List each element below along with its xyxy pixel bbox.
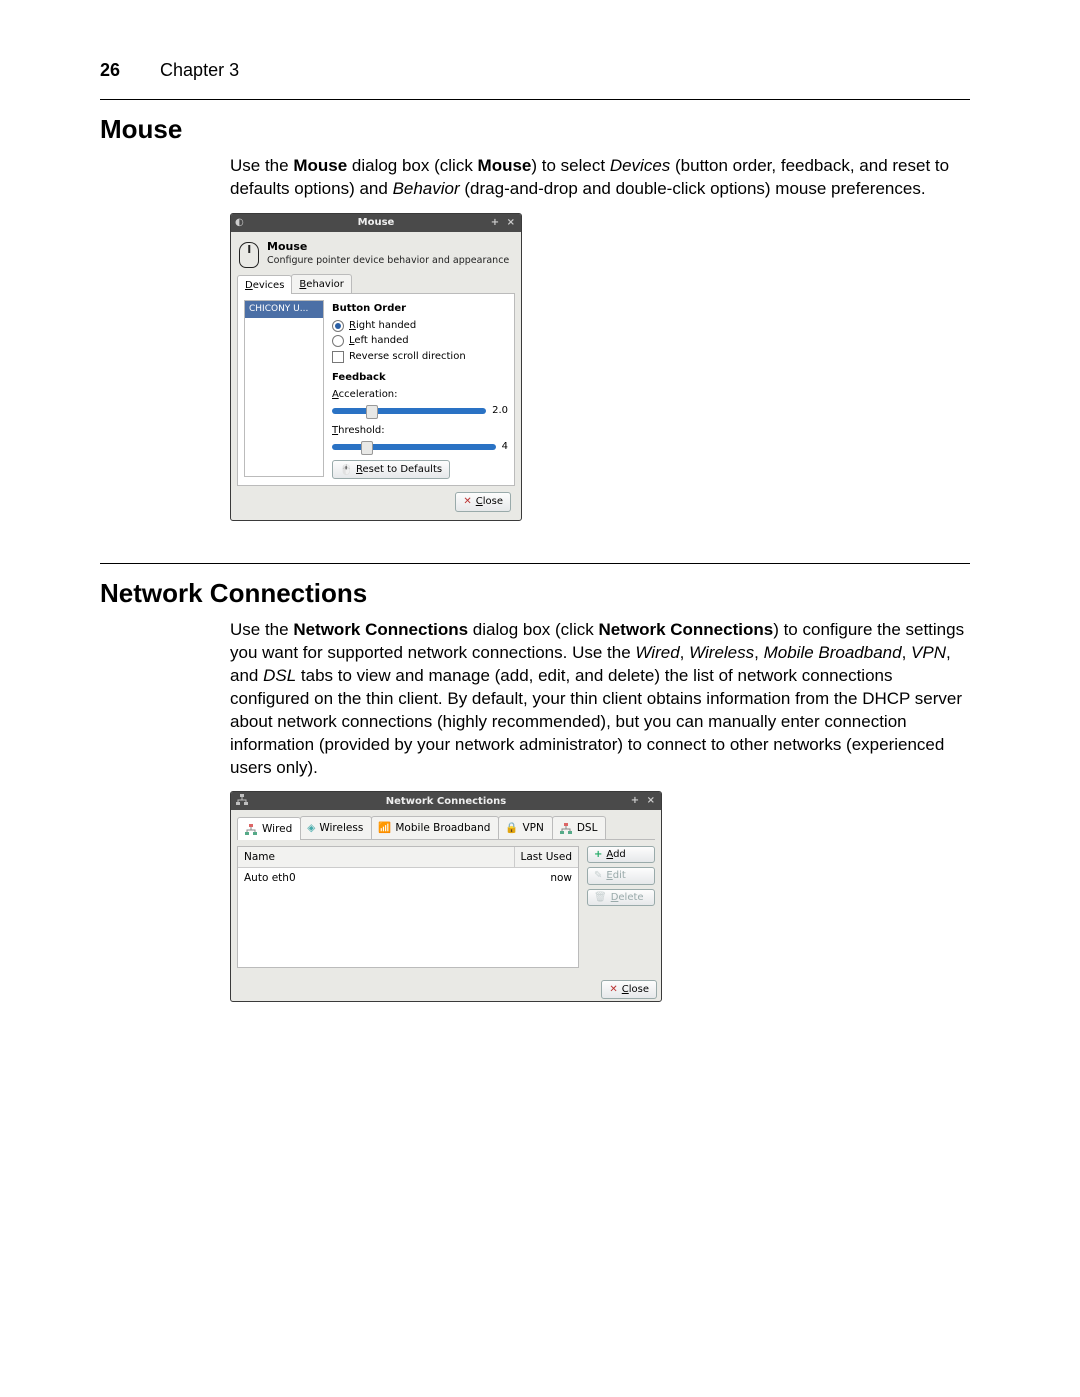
tab-wired[interactable]: Wired bbox=[237, 817, 301, 839]
slider-threshold[interactable] bbox=[332, 444, 496, 450]
tab-vpn[interactable]: 🔒 VPN bbox=[498, 816, 552, 838]
close-button[interactable]: ✕ Close bbox=[601, 980, 657, 1000]
wired-icon bbox=[244, 824, 258, 836]
value-threshold: 4 bbox=[502, 440, 508, 454]
group-feedback: Feedback bbox=[332, 371, 508, 385]
delete-button[interactable]: 🗑Delete bbox=[587, 889, 655, 907]
slider-acceleration[interactable] bbox=[332, 408, 486, 414]
check-reverse-scroll[interactable] bbox=[332, 351, 344, 363]
add-button[interactable]: +Add bbox=[587, 846, 655, 864]
network-tabs: Wired ◈ Wireless 📶 Mobile Broadband 🔒 VP… bbox=[237, 816, 655, 839]
radio-left-handed[interactable] bbox=[332, 335, 344, 347]
col-last-used[interactable]: Last Used bbox=[515, 847, 579, 867]
cell-last-used: now bbox=[544, 868, 578, 888]
page-number: 26 bbox=[100, 60, 120, 81]
label-acceleration: Acceleration: bbox=[332, 388, 508, 402]
mouse-dialog: ◐ Mouse + × Mouse Configure pointer devi… bbox=[230, 213, 522, 521]
device-list-item[interactable]: CHICONY U... bbox=[245, 301, 323, 317]
col-name[interactable]: Name bbox=[238, 847, 515, 867]
plus-icon: + bbox=[594, 848, 602, 862]
mouse-dialog-title: Mouse bbox=[358, 216, 395, 230]
tab-wireless[interactable]: ◈ Wireless bbox=[300, 816, 372, 838]
rule bbox=[100, 99, 970, 100]
tab-behavior[interactable]: Behavior bbox=[291, 274, 351, 294]
network-dialog: Network Connections + × Wired ◈ Wireless… bbox=[230, 791, 662, 1002]
network-dialog-title: Network Connections bbox=[386, 795, 506, 809]
mouse-paragraph: Use the Mouse dialog box (click Mouse) t… bbox=[230, 155, 970, 201]
group-button-order: Button Order bbox=[332, 302, 508, 316]
network-app-icon bbox=[235, 794, 249, 811]
app-icon: ◐ bbox=[235, 216, 244, 230]
edit-button[interactable]: ✎Edit bbox=[587, 867, 655, 885]
close-button[interactable]: ✕ Close bbox=[455, 492, 511, 512]
cell-name: Auto eth0 bbox=[238, 868, 544, 888]
label-left-handed: Left handed bbox=[349, 334, 409, 348]
window-controls-icon[interactable]: + × bbox=[631, 794, 657, 808]
network-paragraph: Use the Network Connections dialog box (… bbox=[230, 619, 970, 780]
section-heading-mouse: Mouse bbox=[100, 114, 970, 145]
mouse-dialog-titlebar[interactable]: ◐ Mouse + × bbox=[231, 214, 521, 232]
page-header: 26 Chapter 3 bbox=[100, 60, 970, 81]
network-dialog-titlebar[interactable]: Network Connections + × bbox=[231, 792, 661, 810]
label-threshold: Threshold: bbox=[332, 424, 508, 438]
mouse-header-title: Mouse bbox=[267, 240, 509, 255]
wifi-icon: ◈ bbox=[307, 821, 315, 835]
rule bbox=[100, 563, 970, 564]
mouse-body: Use the Mouse dialog box (click Mouse) t… bbox=[230, 155, 970, 521]
wired-icon bbox=[235, 794, 249, 806]
lock-icon: 🔒 bbox=[505, 821, 518, 835]
table-row[interactable]: Auto eth0 now bbox=[238, 868, 578, 888]
close-icon: ✕ bbox=[463, 495, 471, 509]
chapter-label: Chapter 3 bbox=[160, 60, 239, 81]
antenna-icon: 📶 bbox=[378, 821, 391, 835]
radio-right-handed[interactable] bbox=[332, 320, 344, 332]
section-heading-network: Network Connections bbox=[100, 578, 970, 609]
tab-devices[interactable]: Devices bbox=[237, 275, 292, 295]
label-reverse-scroll: Reverse scroll direction bbox=[349, 350, 466, 364]
mouse-tabs: Devices Behavior bbox=[237, 274, 515, 295]
mouse-header-sub: Configure pointer device behavior and ap… bbox=[267, 255, 509, 268]
reset-icon: 🖱️ bbox=[340, 464, 352, 476]
connections-table[interactable]: Name Last Used Auto eth0 now bbox=[237, 846, 579, 968]
tab-dsl[interactable]: DSL bbox=[552, 816, 607, 838]
dsl-icon bbox=[559, 823, 573, 835]
trash-icon: 🗑 bbox=[594, 891, 607, 905]
close-icon: ✕ bbox=[609, 983, 617, 997]
label-right-handed: Right handed bbox=[349, 319, 416, 333]
network-body: Use the Network Connections dialog box (… bbox=[230, 619, 970, 1002]
window-controls-icon[interactable]: + × bbox=[491, 216, 517, 230]
value-acceleration: 2.0 bbox=[492, 404, 508, 418]
device-list[interactable]: CHICONY U... bbox=[244, 300, 324, 477]
tab-mobile-broadband[interactable]: 📶 Mobile Broadband bbox=[371, 816, 499, 838]
reset-defaults-button[interactable]: 🖱️ Reset to Defaults bbox=[332, 460, 450, 480]
edit-icon: ✎ bbox=[594, 869, 602, 883]
mouse-icon bbox=[239, 242, 259, 268]
